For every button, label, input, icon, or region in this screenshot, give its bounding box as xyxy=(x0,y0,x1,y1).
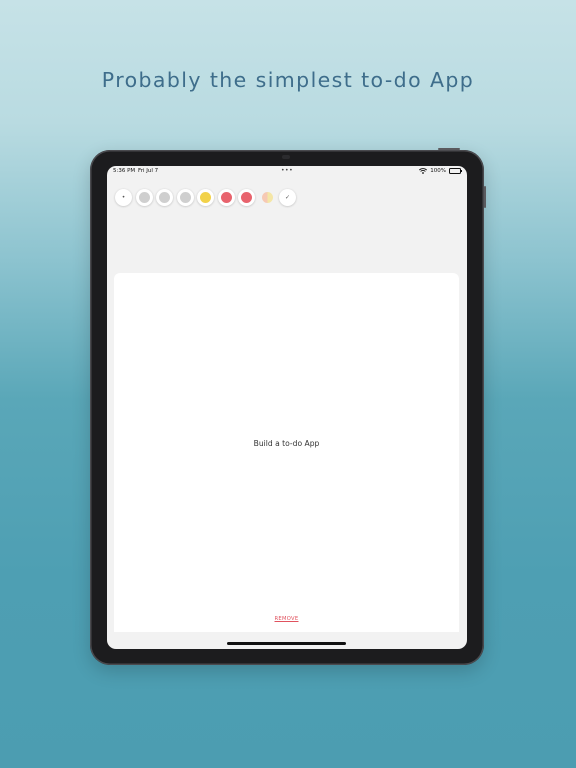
swatch-fill xyxy=(159,192,170,203)
status-time: 5:36 PM xyxy=(113,168,136,174)
swatch-fill xyxy=(241,192,252,203)
swatch-fill xyxy=(138,192,150,203)
dot-icon: • xyxy=(121,193,126,201)
color-swatch-gray-1[interactable] xyxy=(135,189,153,206)
color-swatch-red-2[interactable] xyxy=(238,189,255,206)
color-swatch-red-1[interactable] xyxy=(217,189,235,206)
headline: Probably the simplest to-do App xyxy=(101,68,475,92)
color-swatch-gray-2[interactable] xyxy=(156,189,173,206)
color-swatch-peach[interactable] xyxy=(259,189,276,206)
battery-percent: 100% xyxy=(430,167,446,174)
color-swatch-yellow[interactable] xyxy=(197,189,214,206)
remove-button[interactable]: REMOVE xyxy=(114,616,459,622)
check-icon: ✓ xyxy=(284,193,291,201)
battery-icon xyxy=(449,167,462,174)
half-color-icon xyxy=(261,192,273,203)
color-picker: • ✓ xyxy=(115,189,296,206)
task-text: Build a to-do App xyxy=(253,439,320,448)
status-right: 100% xyxy=(419,167,462,174)
task-card[interactable]: Build a to-do App REMOVE xyxy=(114,273,459,632)
previous-color-button[interactable]: • xyxy=(115,189,132,206)
status-date: Fri Jul 7 xyxy=(138,168,159,174)
next-color-button[interactable]: ✓ xyxy=(279,189,296,206)
power-button xyxy=(438,148,460,150)
home-indicator[interactable] xyxy=(227,642,346,645)
status-bar: 5:36 PM Fri Jul 7 ••• 100% xyxy=(107,166,467,178)
swatch-fill xyxy=(200,192,211,203)
multitasking-dots-icon[interactable]: ••• xyxy=(281,167,293,174)
front-camera xyxy=(282,155,290,159)
volume-button xyxy=(484,186,486,208)
app-screen: 5:36 PM Fri Jul 7 ••• 100% • ✓ Build a t… xyxy=(107,166,467,649)
color-swatch-gray-3[interactable] xyxy=(176,189,194,206)
wifi-icon xyxy=(419,167,428,174)
swatch-fill xyxy=(179,192,191,203)
swatch-fill xyxy=(220,192,232,203)
